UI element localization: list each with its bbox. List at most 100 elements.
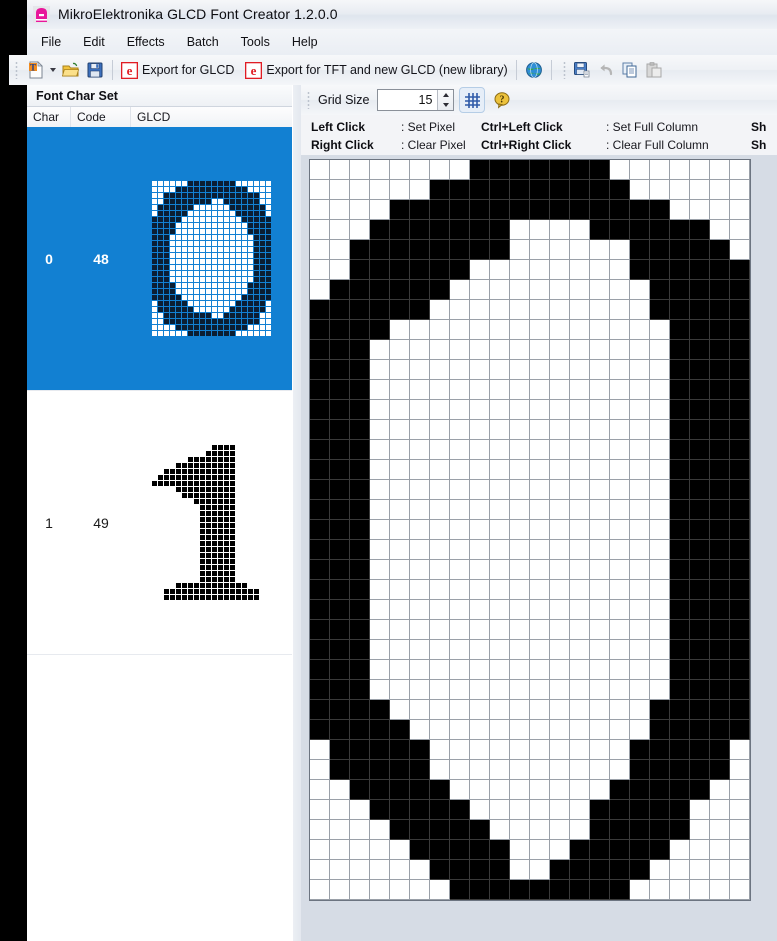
pixel-cell[interactable]: [490, 600, 510, 620]
pixel-cell[interactable]: [450, 320, 470, 340]
pixel-cell[interactable]: [430, 760, 450, 780]
pixel-cell[interactable]: [630, 460, 650, 480]
pixel-cell[interactable]: [730, 680, 750, 700]
pixel-cell[interactable]: [590, 700, 610, 720]
pixel-cell[interactable]: [310, 380, 330, 400]
pixel-cell[interactable]: [590, 200, 610, 220]
pixel-cell[interactable]: [610, 600, 630, 620]
pixel-cell[interactable]: [730, 840, 750, 860]
pixel-cell[interactable]: [470, 660, 490, 680]
pixel-cell[interactable]: [310, 520, 330, 540]
pixel-cell[interactable]: [570, 780, 590, 800]
pixel-cell[interactable]: [390, 320, 410, 340]
pixel-cell[interactable]: [630, 540, 650, 560]
pixel-cell[interactable]: [310, 440, 330, 460]
pixel-cell[interactable]: [390, 620, 410, 640]
pixel-cell[interactable]: [550, 620, 570, 640]
pixel-cell[interactable]: [570, 700, 590, 720]
pixel-cell[interactable]: [610, 540, 630, 560]
pixel-cell[interactable]: [470, 600, 490, 620]
pixel-cell[interactable]: [690, 220, 710, 240]
pixel-cell[interactable]: [470, 680, 490, 700]
pixel-cell[interactable]: [610, 580, 630, 600]
pixel-cell[interactable]: [330, 560, 350, 580]
pixel-cell[interactable]: [670, 400, 690, 420]
pixel-cell[interactable]: [610, 700, 630, 720]
pixel-cell[interactable]: [550, 260, 570, 280]
toolbar-grip-2[interactable]: [562, 61, 566, 79]
pixel-cell[interactable]: [330, 480, 350, 500]
pixel-cell[interactable]: [510, 360, 530, 380]
pixel-cell[interactable]: [430, 420, 450, 440]
pixel-cell[interactable]: [590, 220, 610, 240]
pixel-cell[interactable]: [350, 620, 370, 640]
pixel-cell[interactable]: [430, 440, 450, 460]
pixel-cell[interactable]: [570, 600, 590, 620]
pixel-cell[interactable]: [670, 600, 690, 620]
pixel-cell[interactable]: [590, 800, 610, 820]
menu-item-batch[interactable]: Batch: [176, 32, 230, 52]
pixel-cell[interactable]: [430, 460, 450, 480]
pixel-cell[interactable]: [470, 260, 490, 280]
pixel-cell[interactable]: [530, 640, 550, 660]
pixel-cell[interactable]: [490, 240, 510, 260]
char-set-list[interactable]: 0 48 1 49: [27, 127, 292, 941]
pixel-cell[interactable]: [490, 840, 510, 860]
pixel-cell[interactable]: [470, 760, 490, 780]
menu-item-effects[interactable]: Effects: [116, 32, 176, 52]
pixel-cell[interactable]: [430, 600, 450, 620]
pixel-cell[interactable]: [630, 700, 650, 720]
pixel-cell[interactable]: [430, 400, 450, 420]
pixel-cell[interactable]: [470, 640, 490, 660]
pixel-cell[interactable]: [550, 240, 570, 260]
pixel-cell[interactable]: [650, 880, 670, 900]
pixel-cell[interactable]: [510, 180, 530, 200]
pixel-cell[interactable]: [630, 740, 650, 760]
pixel-cell[interactable]: [410, 800, 430, 820]
pixel-cell[interactable]: [650, 700, 670, 720]
pixel-cell[interactable]: [670, 680, 690, 700]
pixel-cell[interactable]: [310, 740, 330, 760]
new-font-button[interactable]: T: [24, 58, 59, 82]
pixel-cell[interactable]: [490, 400, 510, 420]
pixel-cell[interactable]: [630, 500, 650, 520]
pixel-cell[interactable]: [590, 460, 610, 480]
pixel-cell[interactable]: [410, 640, 430, 660]
pixel-cell[interactable]: [330, 240, 350, 260]
pixel-cell[interactable]: [710, 280, 730, 300]
pixel-cell[interactable]: [710, 440, 730, 460]
pixel-cell[interactable]: [350, 480, 370, 500]
pixel-cell[interactable]: [490, 620, 510, 640]
pixel-cell[interactable]: [690, 500, 710, 520]
char-set-row[interactable]: 1 49: [27, 391, 292, 655]
pixel-cell[interactable]: [690, 160, 710, 180]
pixel-cell[interactable]: [470, 400, 490, 420]
pixel-cell[interactable]: [550, 840, 570, 860]
pixel-cell[interactable]: [310, 680, 330, 700]
pixel-cell[interactable]: [730, 880, 750, 900]
pixel-cell[interactable]: [350, 280, 370, 300]
pixel-cell[interactable]: [470, 700, 490, 720]
pixel-cell[interactable]: [650, 400, 670, 420]
pixel-cell[interactable]: [310, 480, 330, 500]
pixel-cell[interactable]: [450, 640, 470, 660]
save-button[interactable]: [83, 58, 107, 82]
pixel-cell[interactable]: [590, 480, 610, 500]
pixel-cell[interactable]: [630, 620, 650, 640]
pixel-cell[interactable]: [310, 820, 330, 840]
pixel-cell[interactable]: [530, 600, 550, 620]
pixel-cell[interactable]: [410, 380, 430, 400]
pixel-cell[interactable]: [510, 420, 530, 440]
pixel-cell[interactable]: [650, 660, 670, 680]
pixel-cell[interactable]: [410, 260, 430, 280]
pixel-cell[interactable]: [490, 280, 510, 300]
pixel-cell[interactable]: [570, 260, 590, 280]
pixel-cell[interactable]: [630, 560, 650, 580]
grid-size-stepper[interactable]: [377, 89, 455, 111]
pixel-cell[interactable]: [310, 840, 330, 860]
pixel-cell[interactable]: [330, 640, 350, 660]
pixel-cell[interactable]: [310, 280, 330, 300]
pixel-cell[interactable]: [550, 440, 570, 460]
pixel-cell[interactable]: [490, 720, 510, 740]
pixel-cell[interactable]: [610, 380, 630, 400]
